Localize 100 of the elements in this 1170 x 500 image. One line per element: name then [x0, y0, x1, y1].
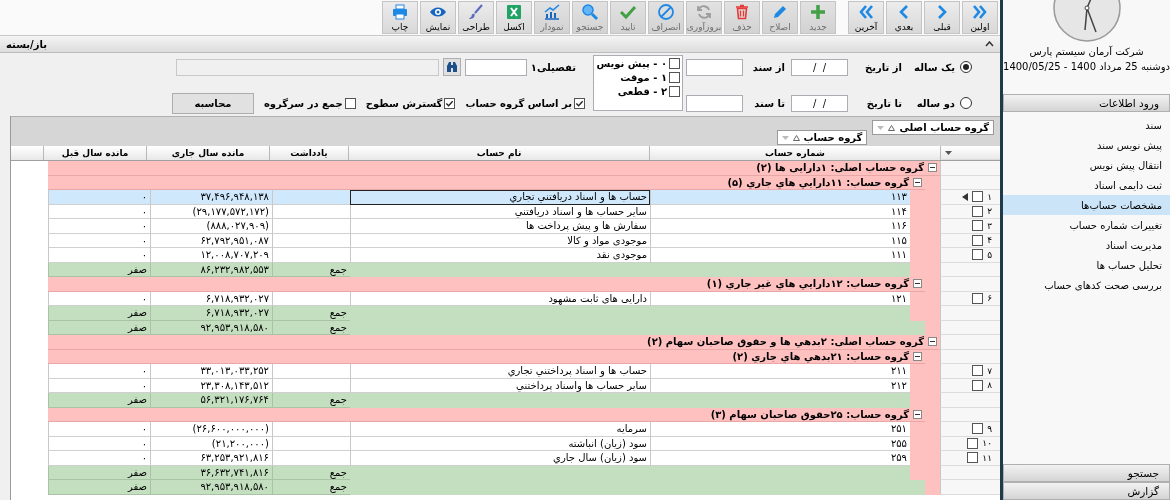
table-cell: ۰	[48, 248, 150, 263]
toolbar-button[interactable]: آخرین	[848, 1, 884, 34]
collapse-icon[interactable]	[913, 279, 922, 289]
column-header[interactable]: مانده سال جاری	[146, 146, 269, 160]
list-item[interactable]: ۱ - موقت	[620, 72, 667, 83]
checkbox[interactable]	[972, 423, 984, 435]
sidebar-item[interactable]: انتقال پیش نویس	[1003, 155, 1170, 175]
group-header[interactable]: گروه حساب: ۱۲دارایي هاي غير جاري (۱)	[48, 277, 925, 292]
collapse-icon[interactable]	[913, 351, 922, 361]
binoculars-icon	[445, 61, 458, 73]
checkbox[interactable]	[972, 292, 984, 304]
toolbar-button[interactable]: نمایش	[420, 1, 456, 34]
row-number: ۳	[987, 220, 992, 231]
table-row[interactable]: ۱۱۱ موجودی نقد ۱۲,۰۰۸,۷۰۷,۲۰۹ ۰	[48, 248, 910, 263]
checkbox[interactable]	[444, 97, 456, 109]
collapse-icon[interactable]	[913, 409, 922, 419]
table-cell: جمع	[272, 306, 350, 321]
collapse-caret-icon[interactable]	[985, 41, 994, 47]
lookup-button[interactable]	[442, 58, 461, 76]
column-header[interactable]: مانده سال قبل	[43, 146, 146, 160]
row-number: ۲	[987, 206, 992, 217]
sidebar-item[interactable]: پیش نویس سند	[1003, 135, 1170, 155]
sidebar-item[interactable]: بررسی صحت کدهای حساب	[1003, 275, 1170, 295]
section-header[interactable]: جستجو	[1003, 464, 1170, 482]
checkbox-label: گسترش سطوح	[365, 97, 443, 109]
checkbox[interactable]	[972, 249, 984, 261]
dropdown-arrow-icon	[781, 135, 789, 140]
radio-button[interactable]	[960, 97, 972, 109]
calculate-button[interactable]: محاسبه	[171, 92, 254, 114]
toolbar-button[interactable]: اکسل	[496, 1, 532, 34]
toolbar-button[interactable]: قبلی	[924, 1, 960, 34]
group-chip[interactable]: گروه حساب اصلی	[872, 120, 994, 135]
table-row[interactable]: ۲۱۱ حساب ها و اسناد پرداختني تجاري ۳۳,۰۱۳,۰۳۳,۲۵۲ ۰	[48, 364, 910, 379]
sidebar-item[interactable]: مدیریت اسناد	[1003, 235, 1170, 255]
column-header[interactable]: یادداشت	[269, 146, 348, 160]
group-label: گروه حساب اصلی: ۱دارایی ها (۲)	[756, 162, 924, 174]
checkbox-label: بر اساس گروه حساب	[465, 97, 572, 109]
table-cell: سود (زيان) سال جاري	[350, 451, 650, 466]
checkmark-icon	[619, 3, 637, 21]
checkbox[interactable]	[344, 97, 356, 109]
double-chevron-right-icon	[971, 3, 989, 21]
toolbar-button[interactable]: بعدي	[886, 1, 922, 34]
table-cell: ۲۵۹	[650, 451, 910, 466]
checkbox-label: جمع در سرگروه	[263, 97, 343, 109]
checkbox[interactable]	[669, 72, 680, 83]
table-cell: ۶,۷۱۸,۹۳۲,۰۲۷	[150, 306, 272, 321]
checkbox[interactable]	[669, 58, 680, 69]
checkbox[interactable]	[972, 379, 984, 391]
checkbox[interactable]	[574, 97, 585, 109]
sort-icon	[888, 124, 896, 131]
collapse-icon[interactable]	[928, 163, 937, 173]
group-chip[interactable]: گروه حساب	[776, 130, 868, 145]
sidebar-item[interactable]: سند	[1003, 115, 1170, 135]
panel-title[interactable]: باز/بسته	[6, 38, 47, 50]
table-row[interactable]: ۲۵۹ سود (زيان) سال جاري ۶۳,۲۵۳,۹۲۱,۸۱۶ ۰	[48, 451, 910, 466]
table-row[interactable]: ۲۵۱ سرمايه (۲۶,۶۰۰,۰۰۰,۰۰۰) ۰	[48, 422, 910, 437]
table-cell: (۲۶,۶۰۰,۰۰۰,۰۰۰)	[150, 422, 272, 437]
section-header[interactable]: گزارش	[1003, 482, 1170, 500]
date-field[interactable]: / /	[791, 94, 848, 112]
radio-button[interactable]	[960, 61, 972, 73]
checkbox[interactable]	[669, 86, 680, 97]
company-name: شرکت آرمان سیستم پارس	[1029, 46, 1144, 57]
checkbox[interactable]	[972, 365, 984, 377]
toolbar-button[interactable]: طراحی	[458, 1, 494, 34]
section-header[interactable]: ورود اطلاعات	[1003, 94, 1170, 112]
toolbar-button[interactable]: چاپ	[382, 1, 418, 34]
field-label: تفصیلی۱	[530, 61, 576, 73]
column-header[interactable]: شماره حساب	[649, 146, 940, 160]
group-label: گروه حساب: ۲۱بدهي هاي جاري (۲)	[732, 350, 909, 362]
sidebar-item[interactable]: تغییرات شماره حساب	[1003, 215, 1170, 235]
checkbox[interactable]	[972, 220, 984, 232]
group-header[interactable]: گروه حساب اصلی: ۱دارایی ها (۲)	[48, 161, 940, 176]
toolbar-button[interactable]: اولین	[962, 1, 998, 34]
date-field[interactable]: / /	[791, 58, 848, 76]
collapse-icon[interactable]	[913, 177, 922, 187]
list-item[interactable]: ۲ - قطعی	[617, 86, 667, 97]
table-row[interactable]: ۱۱۳ حساب ها و اسناد دريافتني تجاري ۳۷,۴۹۶,۹۴۸,۱۳۸ ۰	[48, 190, 910, 205]
input-field[interactable]	[686, 58, 743, 76]
input-field[interactable]	[464, 58, 527, 76]
group-header[interactable]: گروه حساب اصلی: ۲بدهي ها و حقوق صاحبان سهام (۲)	[48, 335, 940, 350]
table-row[interactable]: ۱۱۶ سفارش ها و پيش پرداخت ها (۸۸۸,۰۲۷,۹۰۹) ۰	[48, 219, 910, 234]
column-chooser-icon[interactable]	[945, 150, 952, 155]
sidebar-item[interactable]: تحلیل حساب ها	[1003, 255, 1170, 275]
checkbox[interactable]	[972, 234, 984, 246]
indent-strip	[925, 480, 940, 495]
collapse-icon[interactable]	[928, 337, 937, 347]
column-header[interactable]: نام حساب	[348, 146, 649, 160]
checkbox[interactable]	[972, 205, 984, 217]
table-cell: ۰	[48, 364, 150, 379]
input-field[interactable]	[686, 94, 743, 112]
checkbox[interactable]	[967, 437, 979, 449]
checkbox[interactable]	[972, 191, 984, 203]
list-item[interactable]: ۰ - پیش نویس	[596, 58, 667, 69]
row-number: ۹	[987, 423, 992, 434]
cancel-icon	[657, 3, 675, 21]
sidebar-item[interactable]: ثبت دایمی اسناد	[1003, 175, 1170, 195]
sidebar-item[interactable]: مشخصات حساب‌ها	[1003, 195, 1170, 215]
table-cell: ۶۳,۲۵۳,۹۲۱,۸۱۶	[150, 451, 272, 466]
checkbox[interactable]	[967, 452, 979, 464]
pencil-icon	[771, 3, 789, 21]
